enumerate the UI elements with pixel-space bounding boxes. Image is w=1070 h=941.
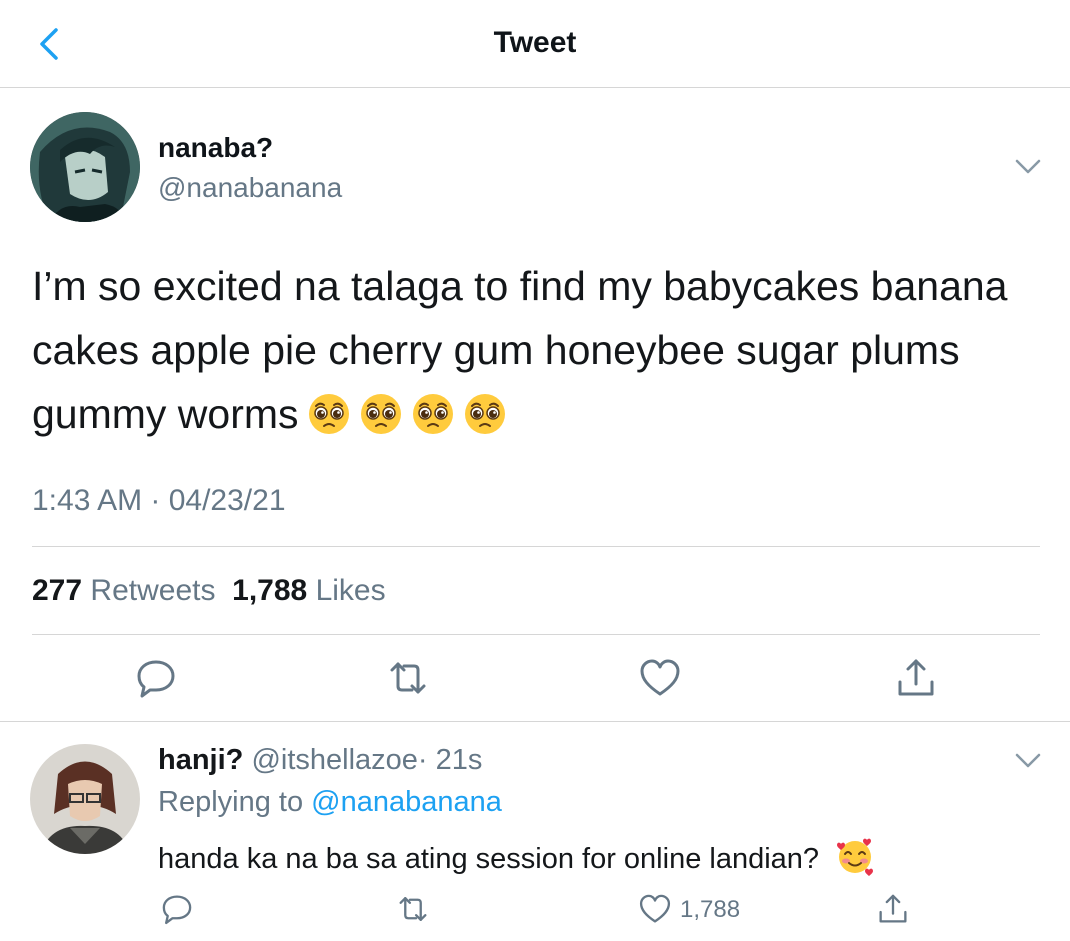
pleading-face-emoji bbox=[464, 394, 505, 434]
likes-count[interactable]: 1,788 bbox=[232, 574, 307, 607]
like-icon[interactable] bbox=[638, 892, 672, 926]
timestamp[interactable]: 1:43 AM · 04/23/21 bbox=[32, 484, 286, 518]
reply-author-name[interactable]: hanji? bbox=[158, 744, 243, 776]
smiling-face-with-hearts-emoji bbox=[837, 838, 874, 876]
reply-author-handle[interactable]: @itshellazoe bbox=[251, 744, 417, 776]
author-handle[interactable]: @nanabanana bbox=[158, 172, 342, 204]
chevron-down-icon[interactable] bbox=[1014, 158, 1042, 176]
retweet-icon[interactable] bbox=[386, 656, 430, 700]
retweets-label[interactable]: Retweets bbox=[90, 574, 215, 607]
tweet-body: I’m so excited na talaga to find my baby… bbox=[32, 263, 1008, 437]
likes-label[interactable]: Likes bbox=[316, 574, 386, 607]
top-bar: Tweet bbox=[0, 0, 1070, 88]
share-icon[interactable] bbox=[876, 892, 910, 926]
reply-icon[interactable] bbox=[160, 892, 194, 926]
retweet-icon[interactable] bbox=[396, 892, 430, 926]
page-title: Tweet bbox=[493, 26, 577, 59]
reply-header: hanji? @itshellazoe· 21s bbox=[158, 744, 482, 777]
reply-time: · 21s bbox=[417, 744, 483, 776]
pleading-face-emoji bbox=[412, 394, 453, 434]
divider bbox=[32, 546, 1040, 547]
tweet-text: I’m so excited na talaga to find my baby… bbox=[32, 254, 1032, 446]
like-icon[interactable] bbox=[638, 656, 682, 700]
tweet-stats: 277 Retweets 1,788 Likes bbox=[32, 574, 386, 608]
divider bbox=[0, 721, 1070, 722]
reply-like-count: 1,788 bbox=[680, 896, 741, 923]
divider bbox=[32, 634, 1040, 635]
emoji-row bbox=[299, 391, 507, 437]
avatar[interactable] bbox=[30, 112, 140, 222]
reply-body: handa ka na ba sa ating session for onli… bbox=[158, 843, 820, 875]
reply-text: handa ka na ba sa ating session for onli… bbox=[158, 836, 875, 876]
replying-to-label: Replying to bbox=[158, 786, 304, 818]
author-name[interactable]: nanaba? bbox=[158, 132, 273, 164]
pleading-face-emoji bbox=[308, 394, 349, 434]
retweets-count[interactable]: 277 bbox=[32, 574, 82, 607]
replying-to: Replying to @nanabanana bbox=[158, 786, 502, 819]
reply-icon[interactable] bbox=[134, 656, 178, 700]
share-icon[interactable] bbox=[894, 656, 938, 700]
replying-to-handle[interactable]: @nanabanana bbox=[311, 786, 502, 818]
chevron-down-icon[interactable] bbox=[1014, 752, 1042, 770]
reply-avatar[interactable] bbox=[30, 744, 140, 854]
pleading-face-emoji bbox=[360, 394, 401, 434]
